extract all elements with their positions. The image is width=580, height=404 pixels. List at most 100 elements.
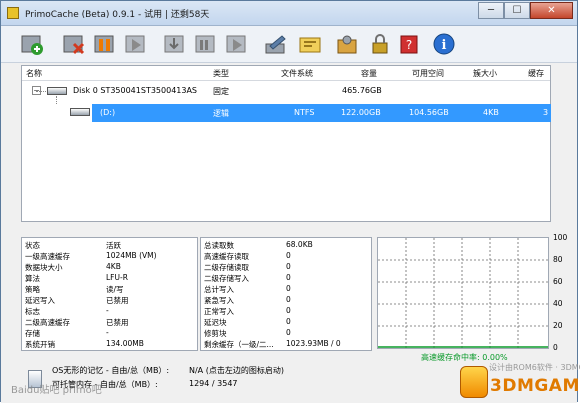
svg-text:i: i [442, 38, 447, 53]
boot-volume-icon [337, 35, 357, 54]
config-row: 一级高速缓存 1024MB (VM) [25, 251, 195, 261]
y-tick: 60 [553, 277, 563, 286]
stat-row: 剩余缓存（一级/二... 1023.93MB / 0 [204, 339, 374, 349]
delete-cache-task-icon [63, 35, 85, 55]
delete-cache-task-button[interactable] [61, 31, 87, 57]
config-value: 4KB [106, 262, 121, 271]
cache-volume-tree[interactable]: 名称 类型 文件系统 容量 可用空间 簇大小 缓存 − Disk 0 ST350… [21, 65, 551, 222]
brand-watermark: 3DMGAME [490, 376, 580, 396]
stat-row: 延迟块 0 [204, 317, 374, 327]
about-button[interactable]: i [431, 31, 457, 57]
new-cache-task-icon [21, 35, 43, 55]
stat-value: 1023.93MB / 0 [286, 339, 341, 348]
config-value: 读/写 [106, 285, 124, 294]
col-capacity[interactable]: 容量 [361, 68, 377, 79]
hit-rate-grid [378, 238, 548, 348]
close-button[interactable]: ✕ [530, 2, 573, 19]
primocache-window: PrimoCache (Beta) 0.9.1 - 试用 | 还剩58天 ─ ☐… [0, 0, 580, 403]
disk-row[interactable]: − Disk 0 ST350041ST3500413AS 固定 465.76GB [22, 82, 550, 104]
disk-type: 固定 [213, 87, 229, 96]
stat-key: 总读取数 [204, 241, 234, 250]
y-tick: 0 [553, 343, 558, 352]
config-key: 系统开销 [25, 340, 55, 349]
tools-icon [265, 35, 286, 54]
y-tick: 80 [553, 255, 563, 264]
stat-key: 修剪块 [204, 329, 227, 338]
window-controls: ─ ☐ ✕ [478, 2, 573, 20]
svg-text:?: ? [406, 38, 412, 52]
minimize-button[interactable]: ─ [478, 2, 504, 19]
volume-icon [70, 108, 90, 116]
about-icon: i [433, 33, 455, 55]
stat-value: 0 [286, 273, 291, 282]
maximize-button[interactable]: ☐ [504, 2, 530, 19]
stat-key: 二级存储读取 [204, 263, 249, 272]
toolbar: ? i [1, 26, 577, 63]
col-cache[interactable]: 缓存 [528, 68, 544, 79]
config-row: 系统开销 134.00MB [25, 339, 195, 349]
hit-rate-graph [377, 237, 549, 349]
tools-button[interactable] [263, 31, 289, 57]
resume-icon [125, 35, 145, 53]
stat-row: 正常写入 0 [204, 306, 374, 316]
prefetch-icon [226, 35, 246, 53]
app-icon [7, 7, 19, 19]
config-key: 算法 [25, 274, 40, 283]
stat-row: 二级存储写入 0 [204, 273, 374, 283]
new-cache-task-button[interactable] [19, 31, 45, 57]
load-cache-button[interactable] [162, 31, 188, 57]
config-value: - [106, 328, 109, 337]
stat-key: 延迟块 [204, 318, 227, 327]
col-fs[interactable]: 文件系统 [281, 68, 313, 79]
cache-stats-panel: 总读取数 68.0KB 高速缓存读取 0 二级存储读取 0 二级存储写入 0 总计写入 0… [200, 237, 372, 351]
config-key: 二级高速缓存 [25, 318, 70, 327]
stat-key: 正常写入 [204, 307, 234, 316]
stat-key: 剩余缓存（一级/二... [204, 340, 274, 349]
config-row: 存储 - [25, 328, 195, 338]
boot-volume-button[interactable] [334, 31, 360, 57]
stat-value: 0 [286, 284, 291, 293]
flush-cache-button[interactable] [193, 31, 219, 57]
col-type[interactable]: 类型 [213, 68, 229, 79]
title-bar: PrimoCache (Beta) 0.9.1 - 试用 | 还剩58天 ─ ☐… [1, 1, 577, 26]
os-invisible-memory-label: OS无形的记忆 - 自由/总（MB）: [52, 366, 170, 375]
stat-row: 紧急写入 0 [204, 295, 374, 305]
config-row: 策略 读/写 [25, 284, 195, 294]
config-row: 二级高速缓存 已禁用 [25, 317, 195, 327]
config-key: 存储 [25, 329, 40, 338]
status-row: 状态 活跃 [25, 240, 195, 250]
window-title: PrimoCache (Beta) 0.9.1 - 试用 | 还剩58天 [25, 10, 210, 20]
status-label: 状态 [25, 241, 40, 250]
settings-icon [299, 37, 321, 53]
pause-button[interactable] [92, 31, 118, 57]
help-icon: ? [400, 35, 418, 54]
settings-button[interactable] [297, 31, 323, 57]
col-name[interactable]: 名称 [26, 68, 42, 79]
volume-block: 4KB [483, 108, 499, 117]
volume-row[interactable]: (D:) 逻辑 NTFS 122.00GB 104.56GB 4KB 3 [92, 104, 551, 122]
config-row: 标志 - [25, 306, 195, 316]
config-value: - [106, 306, 109, 315]
stat-row: 高速缓存读取 0 [204, 251, 374, 261]
stat-row: 总读取数 68.0KB [204, 240, 374, 250]
maximize-icon: ☐ [512, 5, 522, 16]
managed-memory-value: 1294 / 3547 [189, 379, 238, 388]
flush-cache-icon [195, 35, 215, 53]
volume-fs: NTFS [294, 108, 315, 117]
lock-button[interactable] [367, 31, 393, 57]
stat-key: 二级存储写入 [204, 274, 249, 283]
help-button[interactable]: ? [397, 31, 423, 57]
col-block[interactable]: 簇大小 [473, 68, 497, 79]
tree-header: 名称 类型 文件系统 容量 可用空间 簇大小 缓存 [22, 66, 550, 81]
prefetch-button[interactable] [224, 31, 250, 57]
config-value: 134.00MB [106, 339, 144, 348]
stat-value: 0 [286, 262, 291, 271]
disk-capacity: 465.76GB [342, 86, 382, 95]
stat-row: 修剪块 0 [204, 328, 374, 338]
col-free[interactable]: 可用空间 [412, 68, 444, 79]
site-watermark: 设计由ROM6软件 · 3DMGAME [489, 363, 580, 372]
config-value: 1024MB (VM) [106, 251, 157, 260]
stat-row: 二级存储读取 0 [204, 262, 374, 272]
config-row: 数据块大小 4KB [25, 262, 195, 272]
resume-button[interactable] [123, 31, 149, 57]
